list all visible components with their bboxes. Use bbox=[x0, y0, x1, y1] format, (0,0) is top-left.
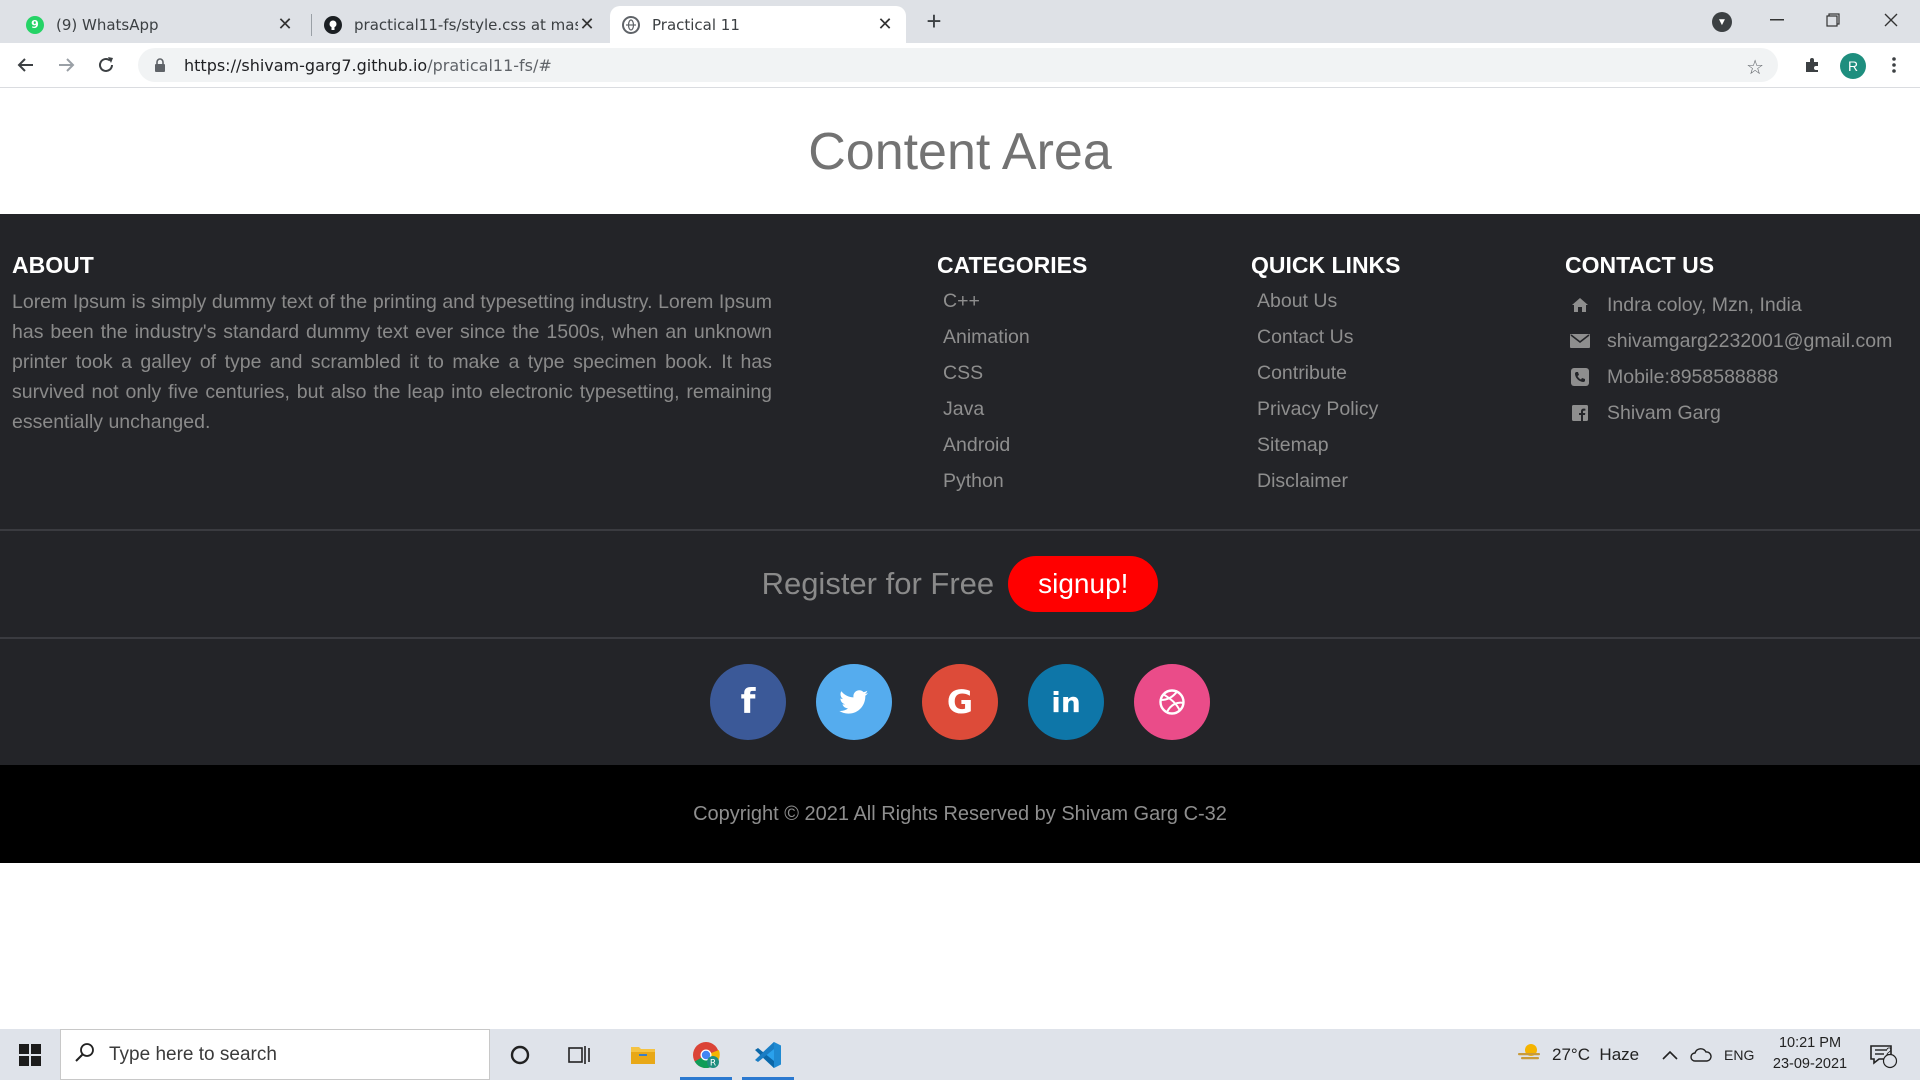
whatsapp-icon: 9 bbox=[26, 15, 44, 34]
quick-link[interactable]: Disclaimer bbox=[1251, 467, 1401, 503]
tab-search-icon[interactable]: ▼ bbox=[1712, 12, 1732, 32]
url-text: https://shivam-garg7.github.io/pratical1… bbox=[184, 55, 552, 75]
quick-link[interactable]: Contact Us bbox=[1251, 323, 1401, 359]
contact-facebook[interactable]: Shivam Garg bbox=[1565, 395, 1892, 431]
quick-links-heading: QUICK LINKS bbox=[1251, 252, 1401, 278]
contact-mobile: Mobile:8958588888 bbox=[1565, 359, 1892, 395]
register-text: Register for Free bbox=[761, 566, 995, 601]
quick-link[interactable]: Privacy Policy bbox=[1251, 395, 1401, 431]
notification-count: 2 bbox=[1886, 1046, 1893, 1058]
categories-section: CATEGORIES C++ Animation CSS Java Androi… bbox=[937, 252, 1087, 503]
back-icon[interactable] bbox=[10, 49, 42, 81]
search-placeholder: Type here to search bbox=[109, 1043, 277, 1065]
weather-haze-icon bbox=[1516, 1042, 1542, 1067]
email-text[interactable]: shivamgarg2232001@gmail.com bbox=[1607, 327, 1892, 355]
category-link[interactable]: Animation bbox=[937, 323, 1087, 359]
category-link[interactable]: Android bbox=[937, 431, 1087, 467]
address-text: Indra coloy, Mzn, India bbox=[1607, 294, 1802, 316]
language-indicator[interactable]: ENG bbox=[1724, 1029, 1754, 1080]
category-link[interactable]: C++ bbox=[937, 287, 1087, 323]
extensions-icon[interactable] bbox=[1796, 49, 1828, 81]
cortana-icon[interactable] bbox=[490, 1029, 550, 1080]
browser-tab-bar: 9 (9) WhatsApp ✕ practical11-fs/style.cs… bbox=[0, 0, 1920, 43]
close-tab-icon[interactable]: ✕ bbox=[578, 14, 596, 35]
about-heading: ABOUT bbox=[12, 252, 94, 278]
copyright-text: Copyright © 2021 All Rights Reserved by … bbox=[693, 802, 1227, 825]
tab-github[interactable]: practical11-fs/style.css at master ✕ bbox=[312, 6, 608, 43]
dribbble-icon[interactable] bbox=[1134, 664, 1210, 740]
search-icon bbox=[75, 1042, 95, 1067]
minimize-icon[interactable] bbox=[1754, 0, 1800, 40]
lock-icon[interactable] bbox=[152, 57, 168, 73]
notifications-icon[interactable]: 2 bbox=[1868, 1029, 1898, 1080]
facebook-icon[interactable]: f bbox=[710, 664, 786, 740]
address-bar[interactable]: https://shivam-garg7.github.io/pratical1… bbox=[138, 48, 1778, 82]
signup-button[interactable]: signup! bbox=[1008, 556, 1159, 612]
web-page: Content Area ABOUT Lorem Ipsum is simply… bbox=[0, 89, 1920, 1029]
github-icon bbox=[324, 15, 342, 34]
footer: ABOUT Lorem Ipsum is simply dummy text o… bbox=[0, 214, 1920, 530]
new-tab-icon[interactable]: + bbox=[920, 6, 948, 36]
close-tab-icon[interactable]: ✕ bbox=[276, 14, 294, 35]
chrome-taskbar-icon[interactable]: R bbox=[676, 1029, 736, 1080]
tab-practical-11[interactable]: Practical 11 ✕ bbox=[610, 6, 906, 43]
facebook-text[interactable]: Shivam Garg bbox=[1607, 399, 1721, 427]
show-hidden-icons[interactable] bbox=[1662, 1029, 1678, 1080]
close-window-icon[interactable] bbox=[1868, 0, 1914, 40]
facebook-square-icon bbox=[1565, 405, 1595, 421]
contact-address: Indra coloy, Mzn, India bbox=[1565, 287, 1892, 323]
social-links: f G in bbox=[0, 639, 1920, 765]
envelope-icon bbox=[1565, 334, 1595, 348]
tab-whatsapp[interactable]: 9 (9) WhatsApp ✕ bbox=[14, 6, 306, 43]
menu-kebab-icon[interactable] bbox=[1878, 49, 1910, 81]
twitter-icon[interactable] bbox=[816, 664, 892, 740]
google-icon[interactable]: G bbox=[922, 664, 998, 740]
page-title: Content Area bbox=[808, 122, 1112, 181]
reload-icon[interactable] bbox=[90, 49, 122, 81]
bookmark-star-icon[interactable]: ☆ bbox=[1746, 55, 1764, 80]
task-view-icon[interactable] bbox=[550, 1029, 610, 1080]
forward-icon[interactable] bbox=[50, 49, 82, 81]
home-icon bbox=[1565, 297, 1595, 313]
windows-taskbar: Type here to search R 27°C Haze ENG 10:2… bbox=[0, 1029, 1920, 1080]
quick-links-section: QUICK LINKS About Us Contact Us Contribu… bbox=[1251, 252, 1401, 503]
contact-email[interactable]: shivamgarg2232001@gmail.com bbox=[1565, 323, 1892, 359]
onedrive-cloud-icon[interactable] bbox=[1690, 1029, 1712, 1080]
profile-avatar[interactable]: R bbox=[1840, 53, 1866, 79]
clock-date: 23-09-2021 bbox=[1772, 1056, 1848, 1072]
vscode-icon[interactable] bbox=[738, 1029, 798, 1080]
tab-title: Practical 11 bbox=[652, 15, 740, 34]
linkedin-icon[interactable]: in bbox=[1028, 664, 1104, 740]
about-section: ABOUT Lorem Ipsum is simply dummy text o… bbox=[12, 252, 772, 437]
tab-title: practical11-fs/style.css at master bbox=[354, 15, 578, 34]
content-area: Content Area bbox=[0, 89, 1920, 214]
svg-text:R: R bbox=[710, 1058, 716, 1068]
file-explorer-icon[interactable] bbox=[613, 1029, 673, 1080]
category-link[interactable]: Python bbox=[937, 467, 1087, 503]
clock-time: 10:21 PM bbox=[1778, 1035, 1842, 1051]
browser-toolbar: https://shivam-garg7.github.io/pratical1… bbox=[0, 43, 1920, 88]
weather-text: 27°C Haze bbox=[1552, 1044, 1640, 1064]
about-text: Lorem Ipsum is simply dummy text of the … bbox=[12, 291, 772, 433]
contact-heading: CONTACT US bbox=[1565, 252, 1715, 278]
contact-section: CONTACT US Indra coloy, Mzn, India shiva… bbox=[1565, 252, 1892, 431]
taskbar-search[interactable]: Type here to search bbox=[60, 1029, 490, 1080]
globe-icon bbox=[622, 15, 640, 34]
weather-widget[interactable]: 27°C Haze bbox=[1516, 1029, 1639, 1080]
close-tab-icon[interactable]: ✕ bbox=[876, 14, 894, 35]
tab-title: (9) WhatsApp bbox=[56, 15, 159, 34]
mobile-text: Mobile:8958588888 bbox=[1607, 366, 1779, 388]
categories-heading: CATEGORIES bbox=[937, 252, 1088, 278]
windows-start-icon[interactable] bbox=[0, 1029, 60, 1080]
category-link[interactable]: Java bbox=[937, 395, 1087, 431]
phone-icon bbox=[1565, 368, 1595, 386]
quick-link[interactable]: Contribute bbox=[1251, 359, 1401, 395]
register-band: Register for Free signup! bbox=[0, 529, 1920, 639]
quick-link[interactable]: Sitemap bbox=[1251, 431, 1401, 467]
category-link[interactable]: CSS bbox=[937, 359, 1087, 395]
restore-icon[interactable] bbox=[1810, 0, 1856, 40]
quick-link[interactable]: About Us bbox=[1251, 287, 1401, 323]
copyright-bar: Copyright © 2021 All Rights Reserved by … bbox=[0, 765, 1920, 863]
system-clock[interactable]: 10:21 PM 23-09-2021 bbox=[1760, 1033, 1860, 1075]
